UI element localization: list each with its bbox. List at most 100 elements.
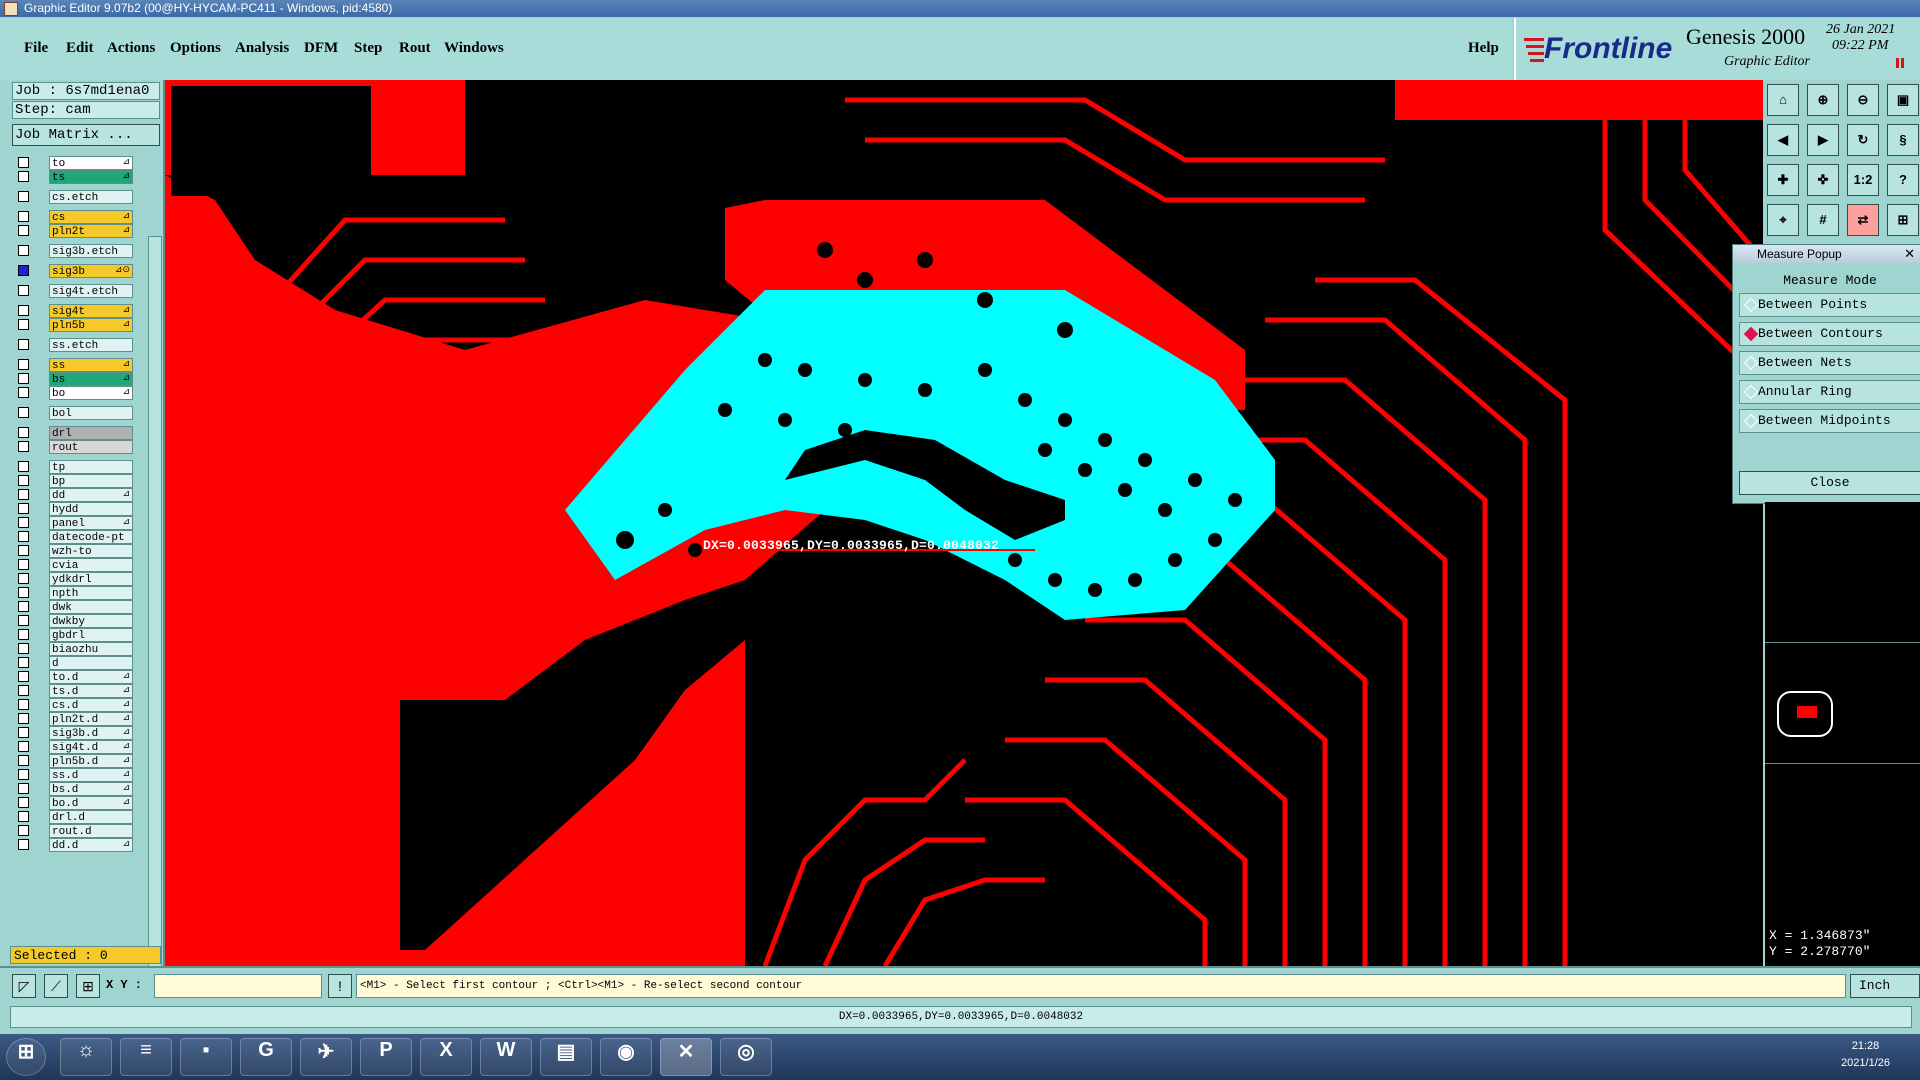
layer-name[interactable]: wzh-to bbox=[49, 544, 133, 558]
layer-checkbox[interactable] bbox=[18, 685, 29, 696]
layer-name[interactable]: tp bbox=[49, 460, 133, 474]
menu-options[interactable]: Options bbox=[170, 40, 221, 57]
mode-between-nets[interactable]: Between Nets bbox=[1739, 351, 1920, 375]
taskbar-app-cam-icon[interactable]: ◎ bbox=[720, 1038, 772, 1076]
layer-row[interactable]: ts ⊿ bbox=[12, 170, 133, 184]
pan-left-icon[interactable]: ◀ bbox=[1767, 124, 1799, 156]
unit-select[interactable]: Inch bbox=[1850, 974, 1920, 998]
taskbar-app-excel-icon[interactable]: X bbox=[420, 1038, 472, 1076]
layer-row[interactable]: cs.d ⊿ bbox=[12, 698, 133, 712]
layer-checkbox[interactable] bbox=[18, 657, 29, 668]
measure-popup-close-icon[interactable]: ✕ bbox=[1904, 246, 1915, 262]
layer-row[interactable]: sig4t.d ⊿ bbox=[12, 740, 133, 754]
layer-row[interactable]: bs.d ⊿ bbox=[12, 782, 133, 796]
menu-dfm[interactable]: DFM bbox=[304, 40, 338, 57]
layer-row[interactable]: to ⊿ bbox=[12, 156, 133, 170]
zoom-home-icon[interactable]: ⌂ bbox=[1767, 84, 1799, 116]
layer-checkbox[interactable] bbox=[18, 387, 29, 398]
layer-row[interactable]: bol bbox=[12, 406, 133, 420]
layer-row[interactable]: sig3b.d ⊿ bbox=[12, 726, 133, 740]
layer-name[interactable]: drl.d bbox=[49, 810, 133, 824]
layer-checkbox[interactable] bbox=[18, 545, 29, 556]
layer-checkbox[interactable] bbox=[18, 643, 29, 654]
measure-tool-icon[interactable]: ⇄ bbox=[1847, 204, 1879, 236]
layer-row[interactable]: ss.etch bbox=[12, 338, 133, 352]
graphic-canvas[interactable]: DX=0.0033965,DY=0.0033965,D=0.0048032 bbox=[165, 80, 1763, 966]
layer-checkbox[interactable] bbox=[18, 225, 29, 236]
layer-row[interactable]: dd.d ⊿ bbox=[12, 838, 133, 852]
layer-checkbox[interactable] bbox=[18, 475, 29, 486]
layer-name[interactable]: ts bbox=[49, 170, 133, 184]
layer-row[interactable]: drl bbox=[12, 426, 133, 440]
pan-right-icon[interactable]: ▶ bbox=[1807, 124, 1839, 156]
layer-checkbox[interactable] bbox=[18, 769, 29, 780]
layer-checkbox[interactable] bbox=[18, 601, 29, 612]
layer-row[interactable]: npth bbox=[12, 586, 133, 600]
menu-windows[interactable]: Windows bbox=[444, 40, 504, 57]
alert-icon[interactable]: ! bbox=[328, 974, 352, 998]
layer-row[interactable]: cs ⊿ bbox=[12, 210, 133, 224]
layer-name[interactable]: ss bbox=[49, 358, 133, 372]
layer-checkbox[interactable] bbox=[18, 797, 29, 808]
layer-row[interactable]: pln2t ⊿ bbox=[12, 224, 133, 238]
layer-row[interactable]: pln2t.d ⊿ bbox=[12, 712, 133, 726]
layer-name[interactable]: pln2t bbox=[49, 224, 133, 238]
layer-row[interactable]: ydkdrl bbox=[12, 572, 133, 586]
scale-1to2-icon[interactable]: 1:2 bbox=[1847, 164, 1879, 196]
layer-name[interactable]: npth bbox=[49, 586, 133, 600]
snap-icon[interactable]: § bbox=[1887, 124, 1919, 156]
net-tool-icon[interactable]: ⊞ bbox=[1887, 204, 1919, 236]
grid-snap-icon[interactable]: ⊞ bbox=[76, 974, 100, 998]
layer-checkbox[interactable] bbox=[18, 839, 29, 850]
layer-name[interactable]: to.d bbox=[49, 670, 133, 684]
layer-row[interactable]: cvia bbox=[12, 558, 133, 572]
layer-checkbox[interactable] bbox=[18, 245, 29, 256]
taskbar-app-notepad-icon[interactable]: ≡ bbox=[120, 1038, 172, 1076]
layer-row[interactable]: panel ⊿ bbox=[12, 516, 133, 530]
layer-name[interactable]: d bbox=[49, 656, 133, 670]
layer-checkbox[interactable] bbox=[18, 191, 29, 202]
layer-checkbox[interactable] bbox=[18, 285, 29, 296]
layer-checkbox[interactable] bbox=[18, 339, 29, 350]
zoom-in-icon[interactable]: ⊕ bbox=[1807, 84, 1839, 116]
layer-checkbox[interactable] bbox=[18, 825, 29, 836]
layer-checkbox[interactable] bbox=[18, 699, 29, 710]
layer-name[interactable]: ss.etch bbox=[49, 338, 133, 352]
layer-name[interactable]: cvia bbox=[49, 558, 133, 572]
center-icon[interactable]: ✜ bbox=[1807, 164, 1839, 196]
taskbar-app-save-icon[interactable]: ▪ bbox=[180, 1038, 232, 1076]
menu-analysis[interactable]: Analysis bbox=[235, 40, 289, 57]
layer-name[interactable]: sig3b.etch bbox=[49, 244, 133, 258]
taskbar-app-bird-icon[interactable]: ✈ bbox=[300, 1038, 352, 1076]
layer-row[interactable]: hydd bbox=[12, 502, 133, 516]
layer-checkbox[interactable] bbox=[18, 359, 29, 370]
layer-row[interactable]: dd ⊿ bbox=[12, 488, 133, 502]
taskbar-app-word-icon[interactable]: W bbox=[480, 1038, 532, 1076]
layer-row[interactable]: tp bbox=[12, 460, 133, 474]
layer-row[interactable]: bo.d ⊿ bbox=[12, 796, 133, 810]
layer-name[interactable]: bs.d bbox=[49, 782, 133, 796]
layer-name[interactable]: dwk bbox=[49, 600, 133, 614]
layer-name[interactable]: gbdrl bbox=[49, 628, 133, 642]
layer-row[interactable]: rout.d bbox=[12, 824, 133, 838]
layer-name[interactable]: pln5b.d bbox=[49, 754, 133, 768]
taskbar-app-g-icon[interactable]: G bbox=[240, 1038, 292, 1076]
layer-row[interactable]: sig4t.etch bbox=[12, 284, 133, 298]
layer-checkbox[interactable] bbox=[18, 441, 29, 452]
layer-row[interactable]: bp bbox=[12, 474, 133, 488]
layer-checkbox[interactable] bbox=[18, 531, 29, 542]
layer-name[interactable]: bo bbox=[49, 386, 133, 400]
zoom-out-icon[interactable]: ⊖ bbox=[1847, 84, 1879, 116]
layer-checkbox[interactable] bbox=[18, 373, 29, 384]
layer-row[interactable]: sig3b ⊿⊙ bbox=[12, 264, 133, 278]
layer-checkbox[interactable] bbox=[18, 517, 29, 528]
menu-actions[interactable]: Actions bbox=[107, 40, 155, 57]
layer-checkbox[interactable] bbox=[18, 755, 29, 766]
layer-checkbox[interactable] bbox=[18, 407, 29, 418]
layer-row[interactable]: ss ⊿ bbox=[12, 358, 133, 372]
menu-step[interactable]: Step bbox=[354, 40, 382, 57]
mode-annular-ring[interactable]: Annular Ring bbox=[1739, 380, 1920, 404]
mode-between-points[interactable]: Between Points bbox=[1739, 293, 1920, 317]
layer-checkbox[interactable] bbox=[18, 461, 29, 472]
overview-map[interactable] bbox=[1765, 642, 1920, 764]
